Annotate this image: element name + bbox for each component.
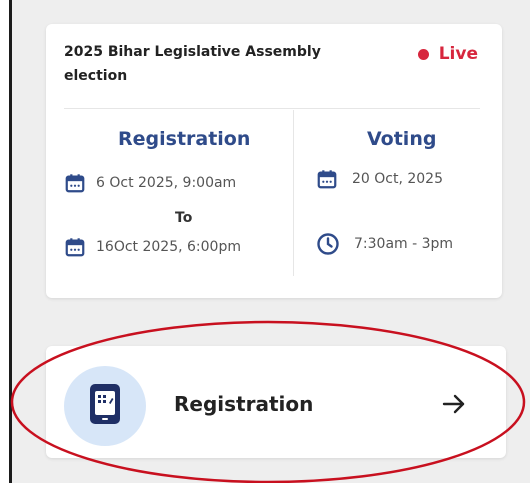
registration-start-row: 6 Oct 2025, 9:00am: [64, 172, 236, 194]
header-divider: [64, 108, 480, 109]
voting-time-row: 7:30am - 3pm: [316, 232, 453, 256]
registration-start: 6 Oct 2025, 9:00am: [96, 175, 237, 191]
column-divider: [293, 110, 294, 276]
election-card: 2025 Bihar Legislative Assembly election…: [46, 24, 502, 298]
registration-icon-badge: [64, 366, 146, 446]
voting-date: 20 Oct, 2025: [352, 171, 443, 187]
registration-heading: Registration: [118, 128, 251, 150]
voting-heading: Voting: [367, 128, 437, 150]
registration-end-row: 16Oct 2025, 6:00pm: [64, 236, 241, 258]
live-label: Live: [438, 44, 478, 64]
voting-date-row: 20 Oct, 2025: [316, 168, 443, 190]
calendar-icon: [64, 236, 86, 258]
election-title: 2025 Bihar Legislative Assembly election: [64, 44, 321, 84]
phone-form-icon: [88, 382, 122, 430]
calendar-icon: [316, 168, 338, 190]
live-badge: Live: [417, 44, 478, 64]
clock-icon: [316, 232, 340, 256]
live-dot-icon: [417, 48, 429, 60]
registration-action-card[interactable]: Registration: [46, 346, 506, 458]
voting-time: 7:30am - 3pm: [354, 236, 454, 252]
registration-end: 16Oct 2025, 6:00pm: [96, 239, 241, 255]
registration-action-label: Registration: [174, 392, 314, 416]
calendar-icon: [64, 172, 86, 194]
registration-separator: To: [175, 210, 193, 226]
arrow-right-icon[interactable]: [442, 393, 466, 419]
